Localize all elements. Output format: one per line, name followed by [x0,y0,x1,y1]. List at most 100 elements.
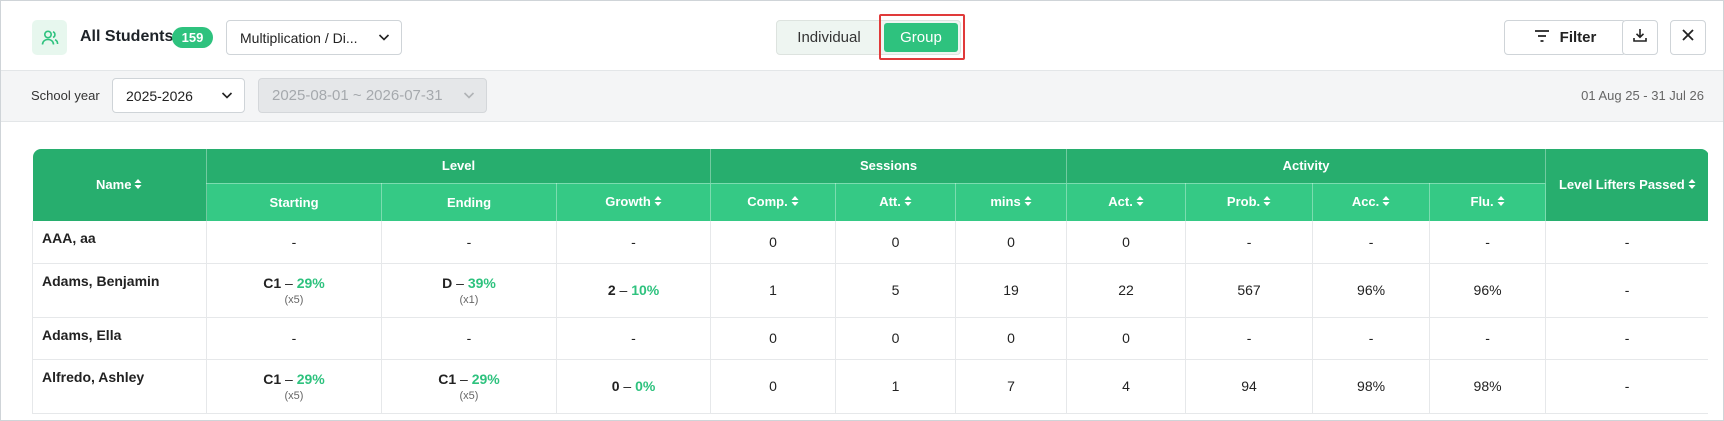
cell-att: 0 [835,317,956,360]
cell-starting: C1 – 29% (x5) [206,263,382,318]
cell-flu: - [1429,221,1546,264]
cell-prob: - [1185,317,1313,360]
cell-growth: 2 – 10% [555,263,711,318]
cell-starting: - [206,221,382,264]
cell-lifters: - [1545,317,1708,360]
chevron-down-icon [220,88,234,105]
level-value: C1 [263,274,282,291]
filter-bar: School year 2025-2026 2025-08-01 ~ 2026-… [1,71,1723,122]
column-header-label: mins [990,194,1021,210]
student-name[interactable]: AAA, aa [32,221,207,264]
cell-acc: - [1312,221,1430,264]
cell-comp: 0 [710,317,836,360]
cell-lifters: - [1545,221,1708,264]
column-header-label: Name [96,176,132,192]
sort-icon[interactable] [1024,195,1032,210]
cell-att: 5 [835,263,956,318]
sort-icon[interactable] [904,195,912,210]
table-row[interactable]: Adams, Benjamin C1 – 29% (x5) D – 39% (x… [32,263,1708,318]
cell-att: 0 [835,221,956,264]
toggle-individual-button[interactable]: Individual [777,21,881,54]
student-name[interactable]: Alfredo, Ashley [32,359,207,414]
cell-comp: 1 [710,263,836,318]
level-percent: 29% [296,274,325,291]
cell-flu: 96% [1429,263,1546,318]
column-header-mins[interactable]: mins [955,183,1067,221]
cell-act: 4 [1066,359,1186,414]
level-multiplier: (x1) [459,293,479,306]
level-percent: 39% [467,274,496,291]
cell-comp: 0 [710,359,836,414]
close-button[interactable] [1670,20,1706,55]
sort-icon[interactable] [1263,195,1271,210]
sort-icon[interactable] [791,195,799,210]
table-row[interactable]: Alfredo, Ashley C1 – 29% (x5) C1 – 29% (… [32,359,1708,414]
download-button[interactable] [1622,20,1658,55]
chevron-down-icon [377,30,391,47]
column-header-ending: Ending [381,183,557,221]
column-header-label: Growth [605,194,651,210]
chevron-down-icon [462,88,476,106]
cell-prob: - [1185,221,1313,264]
column-header-prob[interactable]: Prob. [1185,183,1313,221]
filter-button[interactable]: Filter [1504,20,1626,55]
level-percent: 29% [471,370,500,387]
school-year-label: School year [31,88,100,103]
school-year-select[interactable]: 2025-2026 [112,78,245,113]
sort-icon[interactable] [1136,195,1144,210]
level-value: C1 [438,370,457,387]
column-header-name[interactable]: Name [32,149,207,221]
column-header-growth[interactable]: Growth [555,183,711,221]
student-name[interactable]: Adams, Benjamin [32,263,207,318]
column-header-label: Comp. [747,194,788,210]
cell-growth: 0 – 0% [555,359,711,414]
student-name[interactable]: Adams, Ella [32,317,207,360]
growth-percent: 10% [631,282,660,298]
column-header-flu[interactable]: Flu. [1429,183,1546,221]
skill-select[interactable]: Multiplication / Di... [226,20,402,55]
cell-growth: - [555,221,711,264]
sort-icon[interactable] [1382,195,1390,210]
students-table: Name Level Sessions Activity Level Lifte… [32,149,1708,420]
column-header-acc[interactable]: Acc. [1312,183,1430,221]
column-header-level-lifters[interactable]: Level Lifters Passed [1545,149,1708,221]
cell-prob: 567 [1185,263,1313,318]
column-header-comp[interactable]: Comp. [710,183,836,221]
level-multiplier: (x5) [459,389,479,402]
view-toggle: Individual Group [776,20,961,55]
cell-acc: 98% [1312,359,1430,414]
students-icon [32,20,67,55]
column-header-act[interactable]: Act. [1066,183,1186,221]
cell-act: 22 [1066,263,1186,318]
sort-icon[interactable] [1497,195,1505,210]
date-range-select[interactable]: 2025-08-01 ~ 2026-07-31 [258,78,487,113]
growth-value: 0 [611,378,620,394]
column-header-label: Prob. [1226,194,1261,210]
group-header-activity: Activity [1066,149,1546,184]
date-range-text: 01 Aug 25 - 31 Jul 26 [1581,88,1704,103]
toggle-group-button[interactable]: Group [884,23,958,52]
level-multiplier: (x5) [284,293,304,306]
level-value: C1 [263,370,282,387]
cell-act: 0 [1066,221,1186,264]
close-icon [1681,28,1695,47]
cell-mins: 0 [955,317,1067,360]
sort-icon[interactable] [134,178,142,193]
cell-att: 1 [835,359,956,414]
sort-icon[interactable] [654,195,662,210]
sort-icon[interactable] [1688,178,1696,193]
cell-growth: - [555,317,711,360]
table-row[interactable]: Adams, Ella - - - 0 0 0 0 - - - - [32,317,1708,360]
column-header-label: Flu. [1470,194,1494,210]
growth-value: 2 [607,282,616,298]
cell-starting: C1 – 29% (x5) [206,359,382,414]
column-header-label: Acc. [1351,194,1380,210]
cell-acc: - [1312,317,1430,360]
filter-label: Filter [1559,29,1597,46]
cell-act: 0 [1066,317,1186,360]
student-count-badge: 159 [172,27,213,48]
column-header-label: Att. [879,194,901,210]
cell-lifters: - [1545,359,1708,414]
table-row[interactable]: AAA, aa - - - 0 0 0 0 - - - - [32,221,1708,264]
column-header-att[interactable]: Att. [835,183,956,221]
